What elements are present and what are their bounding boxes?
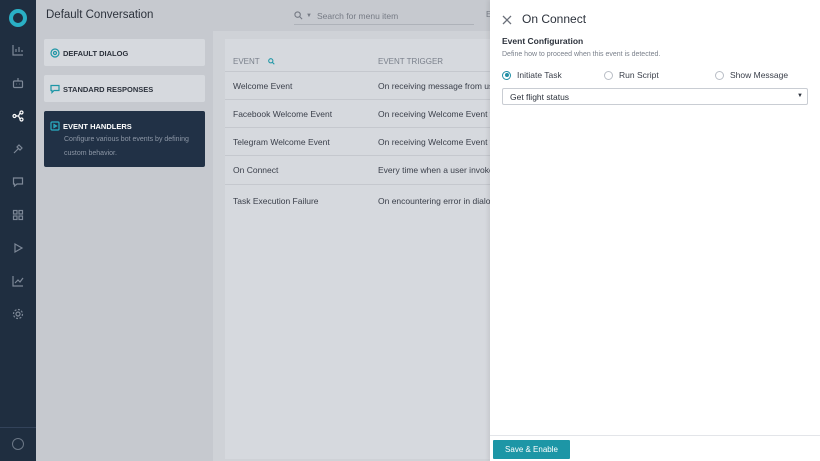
- responses-icon: [50, 84, 60, 94]
- search-input[interactable]: Search for menu item: [317, 11, 398, 21]
- dialog-sidebar: DEFAULT DIALOG STANDARD RESPONSES EVENT …: [36, 31, 213, 461]
- panel-title: On Connect: [522, 12, 587, 26]
- table-row[interactable]: On Connect Every time when a user invoke: [225, 155, 490, 183]
- radio-show-message[interactable]: Show Message: [715, 70, 788, 80]
- card-label: DEFAULT DIALOG: [63, 49, 129, 58]
- apps-icon[interactable]: [11, 208, 25, 222]
- event-trigger: On receiving message from use: [378, 81, 490, 91]
- radio-dot[interactable]: [715, 70, 724, 80]
- rail-divider: [0, 427, 36, 428]
- radio-dot[interactable]: [604, 70, 613, 80]
- event-config-panel: On Connect Event Configuration Define ho…: [490, 0, 820, 461]
- radio-label: Show Message: [730, 70, 789, 80]
- radio-label: Run Script: [619, 70, 659, 80]
- event-trigger: On receiving Welcome Event f: [378, 109, 490, 119]
- section-hint: Define how to proceed when this event is…: [502, 51, 661, 58]
- section-heading: Event Configuration: [502, 36, 584, 46]
- profile-icon[interactable]: [12, 438, 24, 450]
- radio-label: Initiate Task: [517, 70, 562, 80]
- column-header-trigger: EVENT TRIGGER: [378, 57, 444, 66]
- analytics-icon[interactable]: [11, 274, 25, 288]
- chevron-down-icon: ▼: [306, 12, 312, 19]
- chevron-down-icon: ▼: [797, 93, 803, 99]
- panel-footer: Save & Enable: [490, 435, 820, 461]
- event-name: On Connect: [233, 165, 279, 175]
- card-description: Configure various bot events by defining…: [64, 136, 189, 157]
- settings-icon[interactable]: [11, 307, 25, 321]
- chat-icon[interactable]: [11, 175, 25, 189]
- table-row[interactable]: Telegram Welcome Event On receiving Welc…: [225, 127, 490, 155]
- logo-icon[interactable]: [9, 9, 27, 27]
- events-content: EVENT EVENT TRIGGER Welcome Event On rec…: [213, 31, 490, 461]
- card-standard-responses[interactable]: STANDARD RESPONSES: [44, 75, 205, 102]
- event-name: Facebook Welcome Event: [233, 109, 333, 119]
- table-row[interactable]: Task Execution Failure On encountering e…: [225, 184, 490, 216]
- search-box[interactable]: ▼ Search for menu item: [294, 8, 474, 25]
- bot-icon[interactable]: [11, 76, 25, 90]
- search-underline: [294, 24, 474, 25]
- card-default-dialog[interactable]: DEFAULT DIALOG: [44, 39, 205, 66]
- events-table: EVENT EVENT TRIGGER Welcome Event On rec…: [225, 39, 490, 459]
- card-label: STANDARD RESPONSES: [63, 85, 154, 94]
- dashboard-icon[interactable]: [11, 43, 25, 57]
- flow-icon[interactable]: [11, 109, 25, 123]
- event-trigger: On receiving Welcome Event f: [378, 137, 490, 147]
- event-trigger: On encountering error in dialo: [378, 196, 490, 206]
- save-enable-button[interactable]: Save & Enable: [493, 440, 570, 459]
- card-event-handlers[interactable]: EVENT HANDLERS Configure various bot eve…: [44, 111, 205, 167]
- table-row[interactable]: Welcome Event On receiving message from …: [225, 71, 490, 99]
- event-name: Welcome Event: [233, 81, 293, 91]
- event-name: Telegram Welcome Event: [233, 137, 330, 147]
- page-title: Default Conversation: [46, 9, 154, 21]
- nav-rail: [0, 0, 36, 461]
- table-row[interactable]: Facebook Welcome Event On receiving Welc…: [225, 99, 490, 127]
- tools-icon[interactable]: [11, 142, 25, 156]
- radio-initiate-task[interactable]: Initiate Task: [502, 70, 562, 80]
- radio-run-script[interactable]: Run Script: [604, 70, 659, 80]
- dialog-icon: [50, 48, 60, 58]
- card-label: EVENT HANDLERS: [63, 122, 132, 131]
- search-icon: [294, 11, 303, 20]
- play-icon[interactable]: [11, 241, 25, 255]
- header-bar: Default Conversation ▼ Search for menu i…: [36, 0, 491, 31]
- close-icon[interactable]: [501, 14, 513, 26]
- event-trigger: Every time when a user invoke: [378, 165, 490, 175]
- task-select-value: Get flight status: [510, 92, 570, 102]
- radio-dot[interactable]: [502, 70, 511, 80]
- search-icon[interactable]: [267, 58, 275, 66]
- column-header-event[interactable]: EVENT: [233, 57, 275, 66]
- task-select[interactable]: Get flight status ▼: [502, 88, 808, 105]
- events-icon: [50, 121, 60, 131]
- event-name: Task Execution Failure: [233, 196, 319, 206]
